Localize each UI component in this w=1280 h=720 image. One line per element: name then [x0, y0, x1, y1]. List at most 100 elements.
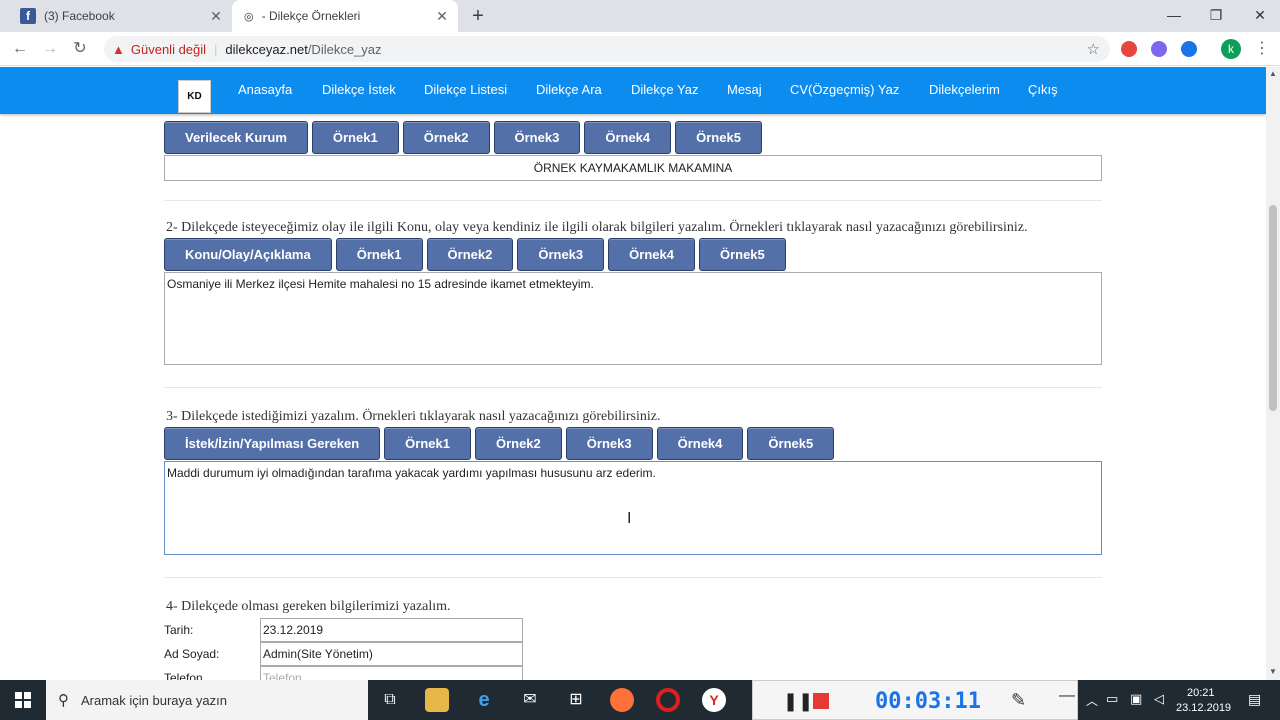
site-logo[interactable]: KD [178, 80, 211, 113]
nav-dilekce-listesi[interactable]: Dilekçe Listesi [424, 82, 507, 97]
divider [164, 577, 1102, 578]
url-bar[interactable]: ▲ Güvenli değil | dilekceyaz.net/Dilekce… [104, 36, 1110, 62]
nav-anasayfa[interactable]: Anasayfa [238, 82, 292, 97]
clock-time[interactable]: 20:21 [1187, 687, 1215, 699]
forward-icon[interactable]: → [39, 39, 61, 59]
telefon-label: Telefon [164, 671, 203, 680]
network-icon[interactable]: ▣ [1130, 691, 1142, 707]
scroll-up-icon[interactable]: ▲ [1269, 69, 1277, 78]
tab-title: (3) Facebook [44, 9, 115, 23]
ornek3-button[interactable]: Örnek3 [565, 427, 653, 460]
divider [164, 200, 1102, 201]
section2-title: 2- Dilekçede isteyeceğimiz olay ile ilgi… [166, 220, 1028, 235]
tab-facebook[interactable]: f (3) Facebook ✕ [8, 0, 232, 32]
yandex-icon[interactable]: Y [702, 688, 726, 712]
ornek5-button[interactable]: Örnek5 [675, 121, 762, 154]
taskbar-search[interactable]: ⚲ Aramak için buraya yazın [46, 680, 368, 720]
ornek1-button[interactable]: Örnek1 [311, 121, 399, 154]
section1-buttons: Verilecek Kurum Örnek1 Örnek2 Örnek3 Örn… [164, 121, 762, 154]
divider [164, 387, 1102, 388]
konu-textarea[interactable]: Osmaniye ili Merkez ilçesi Hemite mahale… [164, 272, 1102, 365]
nav-dilekce-ara[interactable]: Dilekçe Ara [536, 82, 602, 97]
tab-dilekce[interactable]: ◎ - Dilekçe Örnekleri ✕ [232, 0, 458, 32]
ad-soyad-input[interactable]: Admin(Site Yönetim) [260, 642, 523, 666]
section3-buttons: İstek/İzin/Yapılması Gereken Örnek1 Örne… [164, 427, 835, 460]
ornek5-button[interactable]: Örnek5 [698, 238, 786, 271]
pause-icon[interactable]: ❚❚ [783, 691, 813, 712]
ornek4-button[interactable]: Örnek4 [584, 121, 672, 154]
windows-start-icon[interactable] [0, 680, 46, 720]
stop-icon[interactable] [813, 693, 829, 709]
extension-shield-icon[interactable] [1121, 41, 1137, 57]
istek-textarea[interactable]: Maddi durumum iyi olmadığından tarafıma … [164, 461, 1102, 555]
close-icon[interactable]: ✕ [208, 8, 224, 24]
ornek4-button[interactable]: Örnek4 [608, 238, 695, 271]
nav-mesaj[interactable]: Mesaj [727, 82, 762, 97]
ornek2-button[interactable]: Örnek2 [402, 121, 490, 154]
istek-izin-button[interactable]: İstek/İzin/Yapılması Gereken [164, 427, 381, 460]
edge-icon[interactable]: e [472, 688, 496, 712]
new-tab-button[interactable]: + [468, 6, 488, 26]
warning-icon: ▲ [112, 41, 125, 57]
scroll-thumb[interactable] [1269, 205, 1277, 411]
tarih-input[interactable]: 23.12.2019 [260, 618, 523, 642]
avatar[interactable]: k [1221, 39, 1241, 59]
file-explorer-icon[interactable] [425, 688, 449, 712]
minimize-icon[interactable]: — [1059, 687, 1075, 705]
search-icon: ⚲ [58, 692, 69, 709]
security-label[interactable]: Güvenli değil [131, 42, 206, 57]
back-icon[interactable]: ← [9, 39, 31, 59]
url-path: /Dilekce_yaz [307, 41, 382, 57]
ad-soyad-label: Ad Soyad: [164, 647, 220, 661]
recorder-time: 00:03:11 [875, 689, 981, 714]
notification-icon[interactable]: ▤ [1248, 691, 1261, 708]
ornek5-button[interactable]: Örnek5 [747, 427, 835, 460]
site-icon: ◎ [244, 10, 254, 23]
nav-dilekce-istek[interactable]: Dilekçe İstek [322, 82, 396, 97]
address-bar: ← → ↻ ▲ Güvenli değil | dilekceyaz.net/D… [0, 32, 1280, 66]
nav-cv-yaz[interactable]: CV(Özgeçmiş) Yaz [790, 82, 899, 97]
ornek2-button[interactable]: Örnek2 [474, 427, 562, 460]
mail-icon[interactable]: ✉ [518, 688, 542, 712]
bookmark-star-icon[interactable]: ☆ [1087, 40, 1100, 58]
close-window-icon[interactable]: ✕ [1249, 4, 1271, 26]
minimize-icon[interactable]: — [1163, 4, 1185, 26]
telefon-input[interactable]: Telefon.. [260, 666, 523, 680]
nav-dilekce-yaz[interactable]: Dilekçe Yaz [631, 82, 698, 97]
pen-icon[interactable]: ✎ [1011, 690, 1026, 711]
clock-date[interactable]: 23.12.2019 [1176, 702, 1231, 714]
ornek3-button[interactable]: Örnek3 [517, 238, 605, 271]
text-cursor-icon: I [627, 510, 632, 527]
site-nav: KD Anasayfa Dilekçe İstek Dilekçe Listes… [0, 67, 1266, 114]
section2-buttons: Konu/Olay/Açıklama Örnek1 Örnek2 Örnek3 … [164, 238, 786, 271]
ornek2-button[interactable]: Örnek2 [426, 238, 514, 271]
nav-cikis[interactable]: Çıkış [1028, 82, 1058, 97]
ornek3-button[interactable]: Örnek3 [493, 121, 581, 154]
maximize-icon[interactable]: ❐ [1205, 4, 1227, 26]
ornek4-button[interactable]: Örnek4 [656, 427, 744, 460]
reload-icon[interactable]: ↻ [69, 39, 91, 59]
more-menu-icon[interactable]: ⋮ [1254, 39, 1270, 59]
ornek1-button[interactable]: Örnek1 [384, 427, 471, 460]
konu-olay-button[interactable]: Konu/Olay/Açıklama [164, 238, 332, 271]
extension-check-icon[interactable] [1151, 41, 1167, 57]
scrollbar[interactable]: ▲ ▼ [1266, 67, 1280, 680]
volume-icon[interactable]: ◁ [1154, 691, 1164, 707]
ornek1-button[interactable]: Örnek1 [335, 238, 423, 271]
firefox-icon[interactable] [610, 688, 634, 712]
chevron-up-icon[interactable]: ︿ [1086, 692, 1098, 709]
separator: | [214, 41, 218, 57]
extension-cross-icon[interactable] [1181, 41, 1197, 57]
verilecek-kurum-button[interactable]: Verilecek Kurum [164, 121, 308, 154]
nav-dilekcelerim[interactable]: Dilekçelerim [929, 82, 1000, 97]
close-icon[interactable]: ✕ [434, 8, 450, 24]
store-icon[interactable]: ⊞ [564, 688, 588, 712]
tarih-label: Tarih: [164, 623, 194, 637]
scroll-down-icon[interactable]: ▼ [1269, 667, 1277, 676]
task-view-icon[interactable]: ⧉ [378, 688, 402, 712]
battery-icon[interactable]: ▭ [1106, 691, 1118, 707]
system-tray: ︿ ▭ ▣ ◁ 20:21 23.12.2019 ▤ [1082, 680, 1280, 720]
opera-icon[interactable] [656, 688, 680, 712]
kurum-input[interactable]: ÖRNEK KAYMAKAMLIK MAKAMINA [164, 155, 1102, 181]
section3-title: 3- Dilekçede istediğimizi yazalım. Örnek… [166, 409, 661, 424]
